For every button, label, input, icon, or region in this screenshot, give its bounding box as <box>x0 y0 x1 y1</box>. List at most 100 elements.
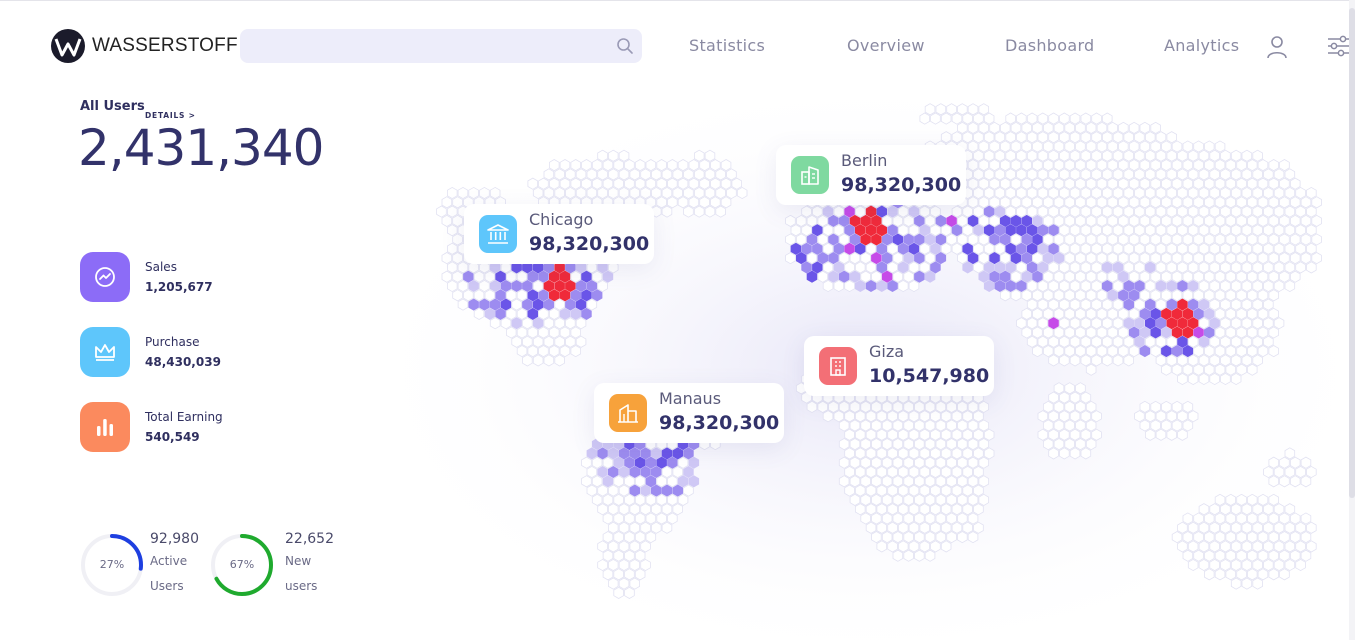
map-hex <box>1145 131 1156 144</box>
map-hex <box>1037 149 1049 162</box>
map-hex <box>892 233 904 246</box>
map-hex <box>801 224 812 237</box>
map-hex <box>613 568 624 581</box>
map-hex <box>994 168 1006 181</box>
map-hex <box>1198 205 1210 218</box>
nav-analytics[interactable]: Analytics <box>1164 36 1239 55</box>
map-hex <box>1048 224 1059 237</box>
map-hex <box>559 177 571 190</box>
map-hex <box>581 159 592 172</box>
map-hex <box>898 261 909 274</box>
map-hex <box>1112 261 1124 274</box>
map-hex <box>1193 549 1204 562</box>
map-hex <box>1064 270 1075 283</box>
map-hex <box>838 214 850 227</box>
map-hex <box>1069 186 1081 200</box>
scrollbar-thumb[interactable] <box>1349 8 1355 498</box>
map-hex <box>1182 159 1194 172</box>
map-hex <box>516 345 528 358</box>
map-hex <box>543 279 555 293</box>
map-hex <box>543 168 555 181</box>
map-hex <box>597 503 608 516</box>
city-card-chicago[interactable]: Chicago 98,320,300 <box>464 204 654 264</box>
map-hex <box>935 400 947 413</box>
city-card-giza[interactable]: Giza 10,547,980 <box>804 336 994 396</box>
map-hex <box>1252 317 1263 330</box>
map-hex <box>720 159 732 172</box>
city-card-manaus[interactable]: Manaus 98,320,300 <box>594 383 784 443</box>
map-hex <box>973 521 984 534</box>
map-hex <box>989 252 1000 265</box>
map-hex <box>919 540 930 553</box>
map-hex <box>554 354 565 367</box>
map-hex <box>1193 252 1204 265</box>
map-hex <box>715 168 726 181</box>
map-hex <box>1016 205 1027 218</box>
map-hex <box>538 270 549 283</box>
map-hex <box>978 177 989 190</box>
search-icon[interactable] <box>616 37 634 55</box>
map-hex <box>506 326 517 339</box>
map-hex <box>672 168 683 181</box>
map-hex <box>1150 289 1161 302</box>
search-input[interactable] <box>240 29 624 63</box>
map-hex <box>1273 558 1285 572</box>
map-hex <box>1085 140 1097 153</box>
map-hex <box>871 419 882 432</box>
map-hex <box>1193 363 1204 376</box>
map-hex <box>1268 233 1279 246</box>
map-hex <box>919 503 930 516</box>
map-hex <box>989 214 1000 227</box>
map-hex <box>1128 345 1140 358</box>
map-hex <box>957 121 968 134</box>
city-card-berlin[interactable]: Berlin 98,320,300 <box>776 145 966 205</box>
map-hex <box>860 252 871 265</box>
map-hex <box>608 168 619 181</box>
search-bar[interactable] <box>240 29 642 63</box>
map-hex <box>1096 289 1108 302</box>
new-users-percent: 67% <box>229 558 255 571</box>
map-hex <box>1069 242 1081 255</box>
map-hex <box>903 400 914 413</box>
map-hex <box>973 503 984 516</box>
map-hex <box>1091 112 1102 125</box>
brand-logo[interactable]: WASSERSTOFF <box>50 28 238 64</box>
map-hex <box>677 159 689 172</box>
map-hex <box>1214 177 1226 190</box>
page-scrollbar[interactable] <box>1349 0 1355 640</box>
map-hex <box>1161 363 1172 376</box>
sliders-icon[interactable] <box>1327 35 1351 57</box>
map-hex <box>581 307 592 320</box>
map-hex <box>855 503 866 516</box>
map-hex <box>822 279 834 293</box>
map-hex <box>1161 233 1172 246</box>
map-hex <box>1091 428 1102 441</box>
map-hex <box>1209 242 1220 255</box>
map-hex <box>1037 186 1049 200</box>
map-hex <box>1107 196 1118 209</box>
map-hex <box>538 177 549 190</box>
nav-statistics[interactable]: Statistics <box>689 36 765 55</box>
nav-dashboard[interactable]: Dashboard <box>1005 36 1095 55</box>
map-hex <box>688 159 700 172</box>
map-hex <box>908 205 920 218</box>
map-hex <box>1085 345 1097 358</box>
all-users-title: All Users <box>80 99 145 114</box>
map-hex <box>983 186 995 200</box>
map-hex <box>919 465 930 479</box>
map-hex <box>876 261 887 274</box>
map-hex <box>946 400 957 413</box>
map-hex <box>624 568 635 581</box>
map-hex <box>989 140 1000 153</box>
nav-overview[interactable]: Overview <box>847 36 925 55</box>
map-hex <box>1268 252 1279 265</box>
map-hex <box>661 503 673 516</box>
map-hex <box>1230 242 1242 255</box>
map-hex <box>1193 233 1204 246</box>
user-icon[interactable] <box>1266 35 1288 59</box>
map-hex <box>1069 447 1081 460</box>
map-hex <box>1247 289 1258 302</box>
map-hex <box>1085 419 1097 432</box>
map-hex <box>500 298 512 311</box>
map-hex <box>1069 354 1081 367</box>
